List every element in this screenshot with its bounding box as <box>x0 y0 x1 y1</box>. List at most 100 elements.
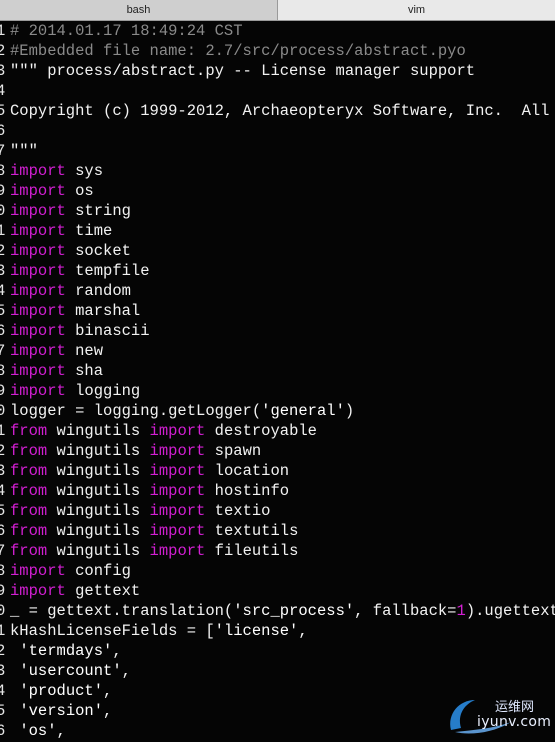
code-line[interactable]: 2 from wingutils import spawn <box>0 441 555 461</box>
code-line[interactable]: 9 import logging <box>0 381 555 401</box>
code-line[interactable]: 0 _ = gettext.translation('src_process', … <box>0 601 555 621</box>
code-token: wingutils <box>47 462 150 480</box>
line-number: 6 <box>0 522 6 540</box>
code-token: ) <box>344 402 355 420</box>
line-code: _ = gettext.translation('src_process', f… <box>10 602 555 620</box>
line-number: 5 <box>0 702 6 720</box>
line-number: 0 <box>0 402 6 420</box>
code-token: new <box>65 342 104 360</box>
code-token: , <box>121 662 131 680</box>
code-token: logging <box>65 382 141 400</box>
keyword-token: import <box>149 442 206 460</box>
line-number: 3 <box>0 662 6 680</box>
line-code: import binascii <box>10 322 150 340</box>
code-line[interactable]: 5 Copyright (c) 1999-2012, Archaeopteryx … <box>0 101 555 121</box>
keyword-token: import <box>149 522 206 540</box>
code-token: socket <box>65 242 131 260</box>
line-number: 9 <box>0 182 6 200</box>
code-line[interactable]: 1 from wingutils import destroyable <box>0 421 555 441</box>
code-line[interactable]: 3 import tempfile <box>0 261 555 281</box>
keyword-token: import <box>10 202 66 220</box>
keyword-token: import <box>149 462 206 480</box>
code-token: 1 <box>456 602 466 620</box>
code-line[interactable]: 0 import string <box>0 201 555 221</box>
code-line[interactable]: 4 import random <box>0 281 555 301</box>
keyword-token: from <box>10 482 48 500</box>
line-number: 5 <box>0 502 6 520</box>
code-token: wingutils <box>47 542 150 560</box>
keyword-token: import <box>10 562 66 580</box>
line-number: 3 <box>0 262 6 280</box>
code-line[interactable]: 0 logger = logging.getLogger('general') <box>0 401 555 421</box>
code-token: wingutils <box>47 442 150 460</box>
code-line[interactable]: 3 'usercount', <box>0 661 555 681</box>
line-number: 1 <box>0 222 6 240</box>
line-code: """ <box>10 142 38 160</box>
keyword-token: import <box>149 542 206 560</box>
line-code: from wingutils import location <box>10 462 289 480</box>
code-token: , fallback= <box>354 602 457 620</box>
code-token: textutils <box>205 522 299 540</box>
code-line[interactable]: 9 import os <box>0 181 555 201</box>
line-code: kHashLicenseFields = ['license', <box>10 622 308 640</box>
code-line[interactable]: 8 import sha <box>0 361 555 381</box>
code-token: os <box>65 182 94 200</box>
code-line[interactable]: 4 <box>0 81 555 101</box>
code-token: kHashLicenseFields = [ <box>10 622 215 640</box>
string-token: 'version' <box>19 702 104 720</box>
line-code: import sha <box>10 362 103 380</box>
code-line[interactable]: 9 import gettext <box>0 581 555 601</box>
code-line[interactable]: 2 import socket <box>0 241 555 261</box>
code-token: , <box>103 702 113 720</box>
code-line[interactable]: 6 <box>0 121 555 141</box>
code-token: """ process/abstract.py -- License manag… <box>10 62 476 80</box>
code-token: sha <box>65 362 104 380</box>
code-line[interactable]: 1 # 2014.01.17 18:49:24 CST <box>0 21 555 41</box>
line-number: 4 <box>0 682 6 700</box>
code-token: ).ugettext <box>465 602 555 620</box>
code-line[interactable]: 7 from wingutils import fileutils <box>0 541 555 561</box>
line-code: logger = logging.getLogger('general') <box>10 402 354 420</box>
keyword-token: from <box>10 462 48 480</box>
string-token: 'os' <box>19 722 57 740</box>
line-code: Copyright (c) 1999-2012, Archaeopteryx S… <box>10 102 555 120</box>
line-code: import tempfile <box>10 262 150 280</box>
tab-bash[interactable]: bash <box>0 0 278 20</box>
code-line[interactable]: 2 #Embedded file name: 2.7/src/process/ab… <box>0 41 555 61</box>
keyword-token: import <box>10 222 66 240</box>
code-token: config <box>65 562 131 580</box>
tab-vim[interactable]: vim <box>278 0 555 20</box>
code-token: hostinfo <box>205 482 290 500</box>
keyword-token: import <box>10 582 66 600</box>
code-line[interactable]: 3 from wingutils import location <box>0 461 555 481</box>
code-line[interactable]: 6 import binascii <box>0 321 555 341</box>
code-token: wingutils <box>47 482 150 500</box>
code-line[interactable]: 1 kHashLicenseFields = ['license', <box>0 621 555 641</box>
code-line[interactable]: 3 """ process/abstract.py -- License mana… <box>0 61 555 81</box>
code-line[interactable]: 5 import marshal <box>0 301 555 321</box>
code-token: binascii <box>65 322 150 340</box>
line-code: import random <box>10 282 131 300</box>
code-line[interactable]: 2 'termdays', <box>0 641 555 661</box>
line-number: 0 <box>0 602 6 620</box>
keyword-token: from <box>10 442 48 460</box>
code-token: tempfile <box>65 262 150 280</box>
code-line[interactable]: 7 import new <box>0 341 555 361</box>
vim-editor[interactable]: 1 # 2014.01.17 18:49:24 CST 2 #Embedded fil… <box>0 21 555 742</box>
site-watermark-logo: 运维网 iyunv.com <box>441 692 551 736</box>
line-code: #Embedded file name: 2.7/src/process/abs… <box>10 42 466 60</box>
code-line[interactable]: 6 from wingutils import textutils <box>0 521 555 541</box>
line-number: 2 <box>0 242 6 260</box>
line-number: 9 <box>0 382 6 400</box>
code-line[interactable]: 4 from wingutils import hostinfo <box>0 481 555 501</box>
code-line[interactable]: 8 import sys <box>0 161 555 181</box>
keyword-token: from <box>10 522 48 540</box>
code-line[interactable]: 1 import time <box>0 221 555 241</box>
line-code: import os <box>10 182 94 200</box>
line-code: from wingutils import destroyable <box>10 422 317 440</box>
code-line[interactable]: 5 from wingutils import textio <box>0 501 555 521</box>
code-line[interactable]: 8 import config <box>0 561 555 581</box>
code-line[interactable]: 7 """ <box>0 141 555 161</box>
